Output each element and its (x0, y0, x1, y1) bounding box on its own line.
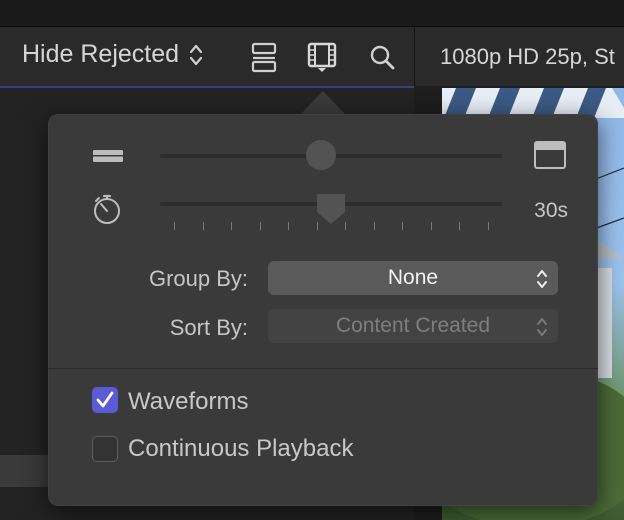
sort-by-label: Sort By: (169, 315, 248, 340)
slider-tick (288, 222, 289, 230)
window-top-strip (0, 0, 624, 27)
project-format-label: 1080p HD 25p, St (440, 44, 615, 69)
checkmark-icon (96, 391, 114, 408)
slider-tick (259, 222, 261, 230)
duration-value: 30s (534, 199, 568, 222)
waveforms-label: Waveforms (128, 388, 249, 415)
clip-height-slider-thumb[interactable] (305, 140, 336, 170)
slider-tick (231, 222, 232, 230)
clip-filter-label: Hide Rejected (22, 40, 180, 68)
slider-tick (430, 222, 432, 230)
group-by-popup[interactable]: None (268, 261, 558, 295)
stopwatch-icon (94, 194, 120, 224)
toolbar-divider (414, 27, 415, 86)
updown-chevron-icon (537, 318, 547, 336)
group-by-value: None (387, 266, 439, 289)
waveforms-checkbox[interactable] (92, 387, 118, 413)
group-by-label: Group By: (148, 266, 248, 291)
clip-filter-popup[interactable]: Hide Rejected (22, 40, 203, 69)
list-view-icon[interactable] (248, 40, 280, 74)
slider-tick (345, 222, 346, 230)
search-icon[interactable] (366, 40, 398, 74)
popover-pointer (300, 91, 346, 115)
slider-tick (373, 222, 375, 230)
large-clip-height-icon (534, 141, 566, 169)
filmstrip-view-icon[interactable] (306, 40, 338, 74)
updown-chevron-icon (189, 44, 203, 65)
duration-slider-thumb[interactable] (315, 192, 347, 226)
continuous-playback-label: Continuous Playback (128, 435, 354, 462)
slider-tick (174, 222, 175, 230)
slider-tick (202, 222, 204, 230)
sort-by-popup[interactable]: Content Created (268, 309, 558, 343)
slider-tick (402, 222, 403, 230)
slider-tick (487, 222, 489, 230)
updown-chevron-icon (537, 270, 547, 288)
continuous-playback-checkbox[interactable] (92, 436, 118, 462)
sort-by-value: Content Created (335, 314, 491, 337)
slider-tick (459, 222, 460, 230)
popover-separator (48, 368, 598, 369)
slider-tick (316, 222, 318, 230)
small-clip-height-icon (93, 150, 123, 162)
